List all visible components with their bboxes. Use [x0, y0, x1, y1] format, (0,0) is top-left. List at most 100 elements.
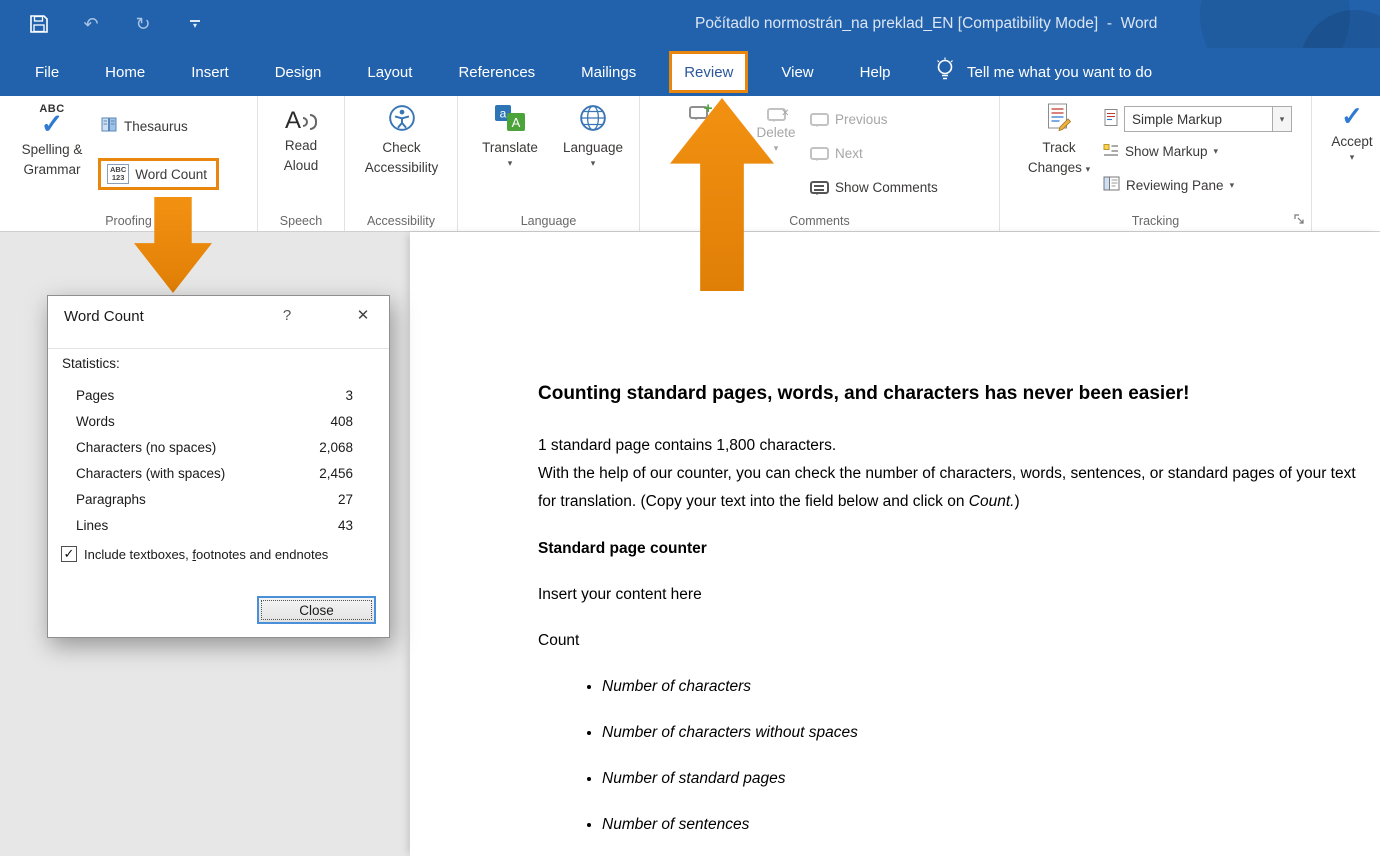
table-row: Lines 43 — [48, 512, 389, 538]
table-row: Pages 3 — [48, 382, 389, 408]
markup-dropdown-button[interactable]: ▾ — [1272, 107, 1291, 131]
translate-button[interactable]: aA Translate ▾ — [470, 104, 550, 168]
spelling-label-line2: Grammar — [24, 161, 81, 178]
spelling-grammar-button[interactable]: ABC✓ Spelling & Grammar — [10, 104, 94, 178]
doc-paragraph-1: 1 standard page contains 1,800 character… — [538, 432, 1358, 460]
group-changes: ✓ Accept ▾ — [1312, 96, 1380, 231]
close-button[interactable]: Close — [257, 596, 376, 624]
table-row: Characters (no spaces) 2,068 — [48, 434, 389, 460]
dialog-title[interactable]: Word Count — [64, 308, 144, 325]
read-aloud-label-line1: Read — [285, 137, 317, 154]
document-content: Counting standard pages, words, and char… — [538, 382, 1358, 856]
stat-value: 2,456 — [319, 466, 353, 481]
customize-quick-access-icon[interactable]: ▾ — [184, 13, 206, 35]
doc-count-line: Count — [538, 627, 1358, 655]
delete-comment-label: Delete — [756, 124, 795, 141]
redo-icon[interactable]: ↻ — [132, 13, 154, 35]
accept-check-icon: ✓ — [1341, 102, 1363, 130]
check-accessibility-button[interactable]: Check Accessibility — [352, 104, 451, 176]
word-count-icon: ABC123 — [107, 164, 129, 184]
svg-text:a: a — [500, 107, 507, 121]
previous-comment-label: Previous — [835, 112, 888, 127]
track-changes-button[interactable]: Track Changes ▾ — [1028, 102, 1090, 176]
next-comment-button[interactable]: Next — [810, 146, 863, 161]
display-for-review-row: Simple Markup ▾ — [1103, 106, 1292, 132]
group-label-proofing: Proofing — [0, 214, 257, 228]
stat-label: Paragraphs — [76, 492, 338, 507]
table-row: Paragraphs 27 — [48, 486, 389, 512]
dialog-help-icon[interactable]: ? — [276, 307, 298, 324]
reviewing-pane-icon — [1103, 176, 1120, 194]
accessibility-person-icon — [388, 104, 416, 136]
stat-label: Pages — [76, 388, 345, 403]
show-comments-label: Show Comments — [835, 180, 938, 195]
word-count-label: Word Count — [135, 167, 207, 182]
tab-layout[interactable]: Layout — [354, 48, 425, 96]
list-item: Number of sentences — [602, 811, 1358, 839]
accept-caret-icon: ▾ — [1350, 153, 1355, 162]
doc-italic-count: Count. — [969, 493, 1015, 510]
tab-references[interactable]: References — [445, 48, 548, 96]
ribbon-tab-bar: File Home Insert Design Layout Reference… — [0, 48, 1380, 96]
list-item: Number of characters — [602, 673, 1358, 701]
tab-help[interactable]: Help — [847, 48, 904, 96]
include-textboxes-checkbox[interactable]: ✓ Include textboxes, footnotes and endno… — [61, 546, 328, 562]
read-aloud-icon: A — [285, 104, 317, 134]
stat-label: Words — [76, 414, 330, 429]
group-label-language: Language — [458, 214, 639, 228]
doc-paragraph-2: With the help of our counter, you can ch… — [538, 460, 1358, 516]
group-proofing: ABC✓ Spelling & Grammar Thesaurus ABC123… — [0, 96, 258, 231]
spelling-label-line1: Spelling & — [22, 141, 83, 158]
display-for-review-combobox[interactable]: Simple Markup ▾ — [1124, 106, 1292, 132]
show-comments-button[interactable]: Show Comments — [810, 180, 938, 195]
checkbox-checked-icon[interactable]: ✓ — [61, 546, 77, 562]
group-label-accessibility: Accessibility — [345, 214, 457, 228]
save-icon[interactable] — [28, 13, 50, 35]
word-count-button[interactable]: ABC123 Word Count — [98, 158, 219, 190]
show-markup-button[interactable]: Show Markup ▾ — [1103, 142, 1218, 161]
check-accessibility-label-line1: Check — [382, 139, 420, 156]
word-window: ↶ ↻ ▾ Počítadlo normostrán_na preklad_EN… — [0, 0, 1380, 856]
tab-home[interactable]: Home — [92, 48, 158, 96]
lightbulb-icon — [935, 57, 955, 87]
tab-insert[interactable]: Insert — [178, 48, 242, 96]
checkbox-label: Include textboxes, footnotes and endnote… — [84, 547, 328, 562]
show-markup-caret-icon: ▾ — [1214, 147, 1219, 156]
tell-me-box[interactable]: Tell me what you want to do — [935, 48, 1152, 96]
table-row: Characters (with spaces) 2,456 — [48, 460, 389, 486]
previous-comment-button[interactable]: Previous — [810, 112, 888, 127]
tab-file[interactable]: File — [22, 48, 72, 96]
group-label-comments: Comments — [640, 214, 999, 228]
thesaurus-button[interactable]: Thesaurus — [100, 116, 188, 136]
language-caret-icon: ▾ — [591, 159, 596, 168]
group-language: aA Translate ▾ Language ▾ Language — [458, 96, 640, 231]
stat-value: 2,068 — [319, 440, 353, 455]
thesaurus-label: Thesaurus — [124, 119, 188, 134]
dialog-close-icon[interactable]: ✕ — [351, 306, 375, 324]
markup-selected-value: Simple Markup — [1125, 112, 1272, 127]
language-label: Language — [563, 139, 623, 156]
tab-mailings[interactable]: Mailings — [568, 48, 649, 96]
reviewing-pane-button[interactable]: Reviewing Pane ▾ — [1103, 176, 1234, 194]
next-comment-label: Next — [835, 146, 863, 161]
statistics-label: Statistics: — [62, 356, 120, 371]
track-changes-label-line1: Track — [1042, 139, 1075, 156]
tab-view[interactable]: View — [768, 48, 826, 96]
reviewing-pane-label: Reviewing Pane — [1126, 178, 1224, 193]
accept-button[interactable]: ✓ Accept ▾ — [1324, 102, 1380, 162]
group-accessibility: Check Accessibility Accessibility — [345, 96, 458, 231]
svg-text:A: A — [512, 115, 521, 130]
accept-label: Accept — [1331, 133, 1372, 150]
tab-design[interactable]: Design — [262, 48, 335, 96]
language-button[interactable]: Language ▾ — [556, 104, 630, 168]
group-speech: A Read Aloud Speech — [258, 96, 345, 231]
tab-review[interactable]: Review — [669, 51, 748, 93]
doc-insert-line: Insert your content here — [538, 581, 1358, 609]
document-page[interactable]: Counting standard pages, words, and char… — [410, 232, 1380, 856]
list-item: Number of characters without spaces — [602, 719, 1358, 747]
word-count-dialog: Word Count ? ✕ Statistics: Pages 3 Words… — [47, 295, 390, 638]
quick-access-toolbar: ↶ ↻ ▾ — [28, 0, 206, 48]
read-aloud-button[interactable]: A Read Aloud — [267, 104, 335, 174]
undo-icon[interactable]: ↶ — [80, 13, 102, 35]
tell-me-label: Tell me what you want to do — [967, 64, 1152, 81]
